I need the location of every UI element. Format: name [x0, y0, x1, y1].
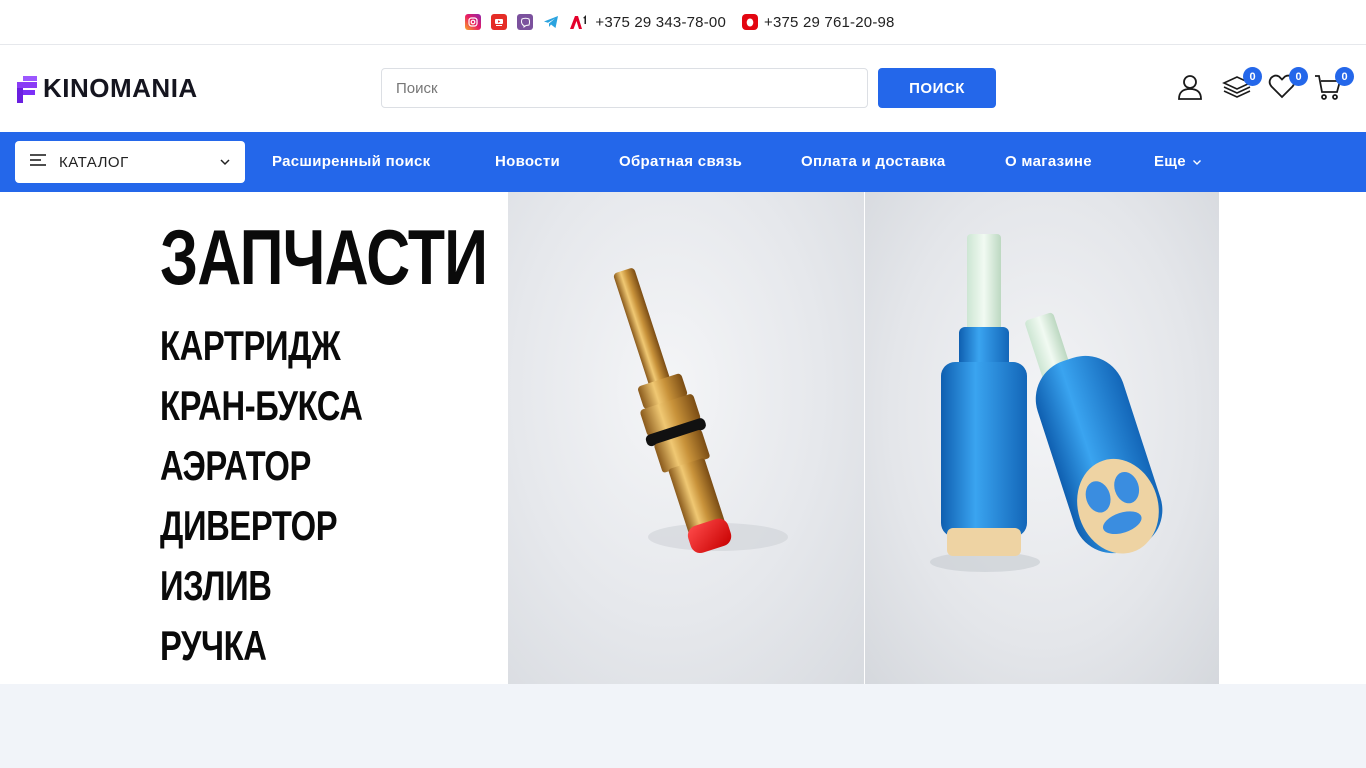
- mts-icon: [742, 14, 758, 30]
- account-icon[interactable]: [1176, 73, 1206, 103]
- phone-mts[interactable]: +375 29 761-20-98: [764, 14, 895, 31]
- banner-item: АЭРАТОР: [160, 442, 311, 489]
- nav-more-label: Еще: [1154, 153, 1186, 170]
- cart-count-badge: 0: [1335, 67, 1354, 86]
- a1-icon: [569, 14, 589, 30]
- site-logo[interactable]: KINOMANIA: [15, 73, 198, 104]
- compare-count-badge: 0: [1243, 67, 1262, 86]
- nav-news[interactable]: Новости: [495, 153, 560, 170]
- youtube-icon[interactable]: [491, 14, 508, 30]
- search-button[interactable]: ПОИСК: [878, 68, 996, 108]
- banner-item: КРАН-БУКСА: [160, 382, 363, 429]
- cart-icon[interactable]: 0: [1314, 67, 1354, 103]
- nav-payment-delivery[interactable]: Оплата и доставка: [801, 153, 946, 170]
- instagram-icon[interactable]: [465, 14, 482, 30]
- search-input[interactable]: [381, 68, 868, 108]
- nav-feedback[interactable]: Обратная связь: [619, 153, 742, 170]
- main-nav: КАТАЛОГ Расширенный поиск Новости Обратн…: [0, 132, 1366, 192]
- banner-item: ДИВЕРТОР: [160, 502, 338, 549]
- chevron-down-icon: [219, 153, 231, 171]
- nav-more[interactable]: Еще: [1154, 153, 1202, 170]
- logo-text: KINOMANIA: [43, 73, 198, 103]
- contact-row: +375 29 343-78-00 +375 29 761-20-98: [465, 14, 900, 31]
- nav-about[interactable]: О магазине: [1005, 153, 1092, 170]
- favorites-icon[interactable]: 0: [1268, 67, 1308, 103]
- site-header: KINOMANIA ПОИСК 0 0: [0, 45, 1366, 132]
- banner-item: КАРТРИДЖ: [160, 322, 341, 369]
- chevron-down-icon: [1193, 159, 1202, 165]
- catalog-button[interactable]: КАТАЛОГ: [15, 141, 245, 183]
- telegram-icon[interactable]: [543, 14, 559, 30]
- banner-item: ИЗЛИВ: [160, 562, 272, 609]
- banner-title: ЗАПЧАСТИ: [160, 213, 488, 301]
- phone-a1[interactable]: +375 29 343-78-00: [595, 14, 726, 31]
- banner-item: РУЧКА: [160, 622, 267, 669]
- top-contact-bar: +375 29 343-78-00 +375 29 761-20-98: [0, 0, 1366, 45]
- favorites-count-badge: 0: [1289, 67, 1308, 86]
- crane-axle-photo: [508, 192, 864, 684]
- menu-lines-icon: [29, 153, 47, 172]
- nav-advanced-search[interactable]: Расширенный поиск: [272, 153, 430, 170]
- hero-banner[interactable]: ЗАПЧАСТИ КАРТРИДЖ КРАН-БУКСА АЭРАТОР ДИВ…: [0, 192, 1366, 684]
- compare-icon[interactable]: 0: [1222, 67, 1262, 103]
- logo-mark-icon: [15, 74, 39, 104]
- viber-icon[interactable]: [517, 14, 534, 30]
- catalog-label: КАТАЛОГ: [59, 153, 129, 171]
- cartridge-photo: [865, 192, 1219, 684]
